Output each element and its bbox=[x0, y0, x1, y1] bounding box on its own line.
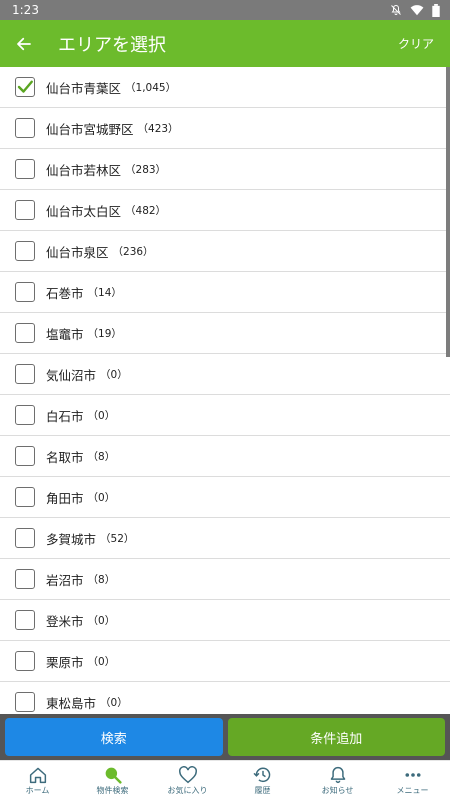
area-count: （423） bbox=[137, 122, 179, 135]
area-name: 仙台市泉区 bbox=[46, 244, 109, 260]
area-name: 石巻市 bbox=[46, 285, 84, 301]
nav-item-search[interactable]: 物件検索 bbox=[75, 761, 150, 800]
area-name: 登米市 bbox=[46, 613, 84, 629]
area-checkbox[interactable] bbox=[15, 77, 35, 97]
area-count: （19） bbox=[87, 327, 122, 340]
area-checkbox[interactable] bbox=[15, 610, 35, 630]
area-row[interactable]: 登米市 （0） bbox=[0, 600, 450, 641]
area-count: （52） bbox=[100, 532, 135, 545]
area-count: （14） bbox=[87, 286, 122, 299]
area-row[interactable]: 多賀城市 （52） bbox=[0, 518, 450, 559]
area-checkbox[interactable] bbox=[15, 692, 35, 712]
area-name: 仙台市若林区 bbox=[46, 162, 122, 178]
add-condition-button[interactable]: 条件追加 bbox=[227, 718, 445, 756]
area-row[interactable]: 栗原市 （0） bbox=[0, 641, 450, 682]
battery-icon bbox=[432, 3, 440, 17]
home-icon bbox=[29, 767, 46, 783]
area-list[interactable]: 仙台市青葉区 （1,045） 仙台市宮城野区 （423） 仙台市若林区 （283） 仙台市太… bbox=[0, 67, 450, 714]
area-row[interactable]: 白石市 （0） bbox=[0, 395, 450, 436]
area-row[interactable]: 仙台市泉区 （236） bbox=[0, 231, 450, 272]
nav-label-menu: メニュー bbox=[396, 785, 429, 795]
status-icons bbox=[390, 3, 440, 17]
area-count: （0） bbox=[100, 368, 128, 381]
area-checkbox[interactable] bbox=[15, 241, 35, 261]
nav-label-search: 物件検索 bbox=[96, 785, 129, 795]
area-row[interactable]: 石巻市 （14） bbox=[0, 272, 450, 313]
wifi-icon bbox=[410, 5, 424, 16]
heart-icon bbox=[178, 765, 197, 783]
area-name: 仙台市青葉区 bbox=[46, 80, 122, 96]
area-count: （1,045） bbox=[125, 81, 177, 94]
area-name: 気仙沼市 bbox=[46, 367, 97, 383]
area-name: 白石市 bbox=[46, 408, 84, 424]
area-name: 仙台市宮城野区 bbox=[46, 121, 134, 137]
search-icon bbox=[105, 767, 122, 784]
area-count: （482） bbox=[125, 204, 167, 217]
nav-item-favorites[interactable]: お気に入り bbox=[150, 761, 225, 800]
nav-item-menu[interactable]: メニュー bbox=[375, 761, 450, 800]
area-row[interactable]: 塩竈市 （19） bbox=[0, 313, 450, 354]
area-checkbox[interactable] bbox=[15, 364, 35, 384]
area-name: 多賀城市 bbox=[46, 531, 97, 547]
area-name: 角田市 bbox=[46, 490, 84, 506]
area-count: （283） bbox=[125, 163, 167, 176]
bell-off-icon bbox=[391, 4, 401, 15]
area-count: （0） bbox=[87, 655, 116, 668]
area-row[interactable]: 名取市 （8） bbox=[0, 436, 450, 477]
area-row[interactable]: 仙台市若林区 （283） bbox=[0, 149, 450, 190]
nav-label-home: ホーム bbox=[25, 785, 50, 795]
area-row[interactable]: 仙台市青葉区 （1,045） bbox=[0, 67, 450, 108]
nav-item-news[interactable]: お知らせ bbox=[300, 761, 375, 800]
bell-icon bbox=[330, 766, 345, 783]
more-icon bbox=[404, 772, 421, 777]
bottom-actions: 検索 条件追加 bbox=[0, 714, 450, 760]
area-name: 塩竈市 bbox=[46, 326, 84, 342]
area-checkbox[interactable] bbox=[15, 405, 35, 425]
area-name: 岩沼市 bbox=[46, 572, 84, 588]
area-row[interactable]: 仙台市宮城野区 （423） bbox=[0, 108, 450, 149]
history-icon bbox=[252, 767, 270, 782]
area-checkbox[interactable] bbox=[15, 118, 35, 138]
area-row[interactable]: 東松島市 （0） bbox=[0, 682, 450, 714]
app-bar: エリアを選択 クリア bbox=[0, 20, 450, 67]
area-checkbox[interactable] bbox=[15, 528, 35, 548]
nav-label-favorites: お気に入り bbox=[167, 785, 208, 795]
area-row[interactable]: 角田市 （0） bbox=[0, 477, 450, 518]
area-checkbox[interactable] bbox=[15, 323, 35, 343]
area-checkbox[interactable] bbox=[15, 446, 35, 466]
area-checkbox[interactable] bbox=[15, 569, 35, 589]
area-name: 名取市 bbox=[46, 449, 84, 465]
area-row[interactable]: 気仙沼市 （0） bbox=[0, 354, 450, 395]
area-count: （8） bbox=[87, 573, 116, 586]
area-checkbox[interactable] bbox=[15, 282, 35, 302]
area-name: 栗原市 bbox=[46, 654, 84, 670]
area-checkbox[interactable] bbox=[15, 487, 35, 507]
nav-item-home[interactable]: ホーム bbox=[0, 761, 75, 800]
status-time: 1:23 bbox=[12, 3, 39, 17]
bottom-nav: ホーム 物件検索 お気に入り 履歴 お知らせ メニュー bbox=[0, 760, 450, 800]
area-row[interactable]: 仙台市太白区 （482） bbox=[0, 190, 450, 231]
arrow-left-icon bbox=[17, 37, 31, 50]
area-count: （236） bbox=[112, 245, 154, 258]
nav-item-history[interactable]: 履歴 bbox=[225, 761, 300, 800]
area-count: （0） bbox=[87, 614, 116, 627]
nav-label-news: お知らせ bbox=[321, 785, 354, 795]
area-count: （8） bbox=[87, 450, 116, 463]
area-checkbox[interactable] bbox=[15, 200, 35, 220]
area-count: （0） bbox=[87, 409, 116, 422]
area-count: （0） bbox=[87, 491, 116, 504]
check-icon bbox=[17, 80, 33, 93]
area-count: （0） bbox=[100, 696, 128, 709]
status-bar: 1:23 bbox=[0, 0, 450, 20]
area-name: 仙台市太白区 bbox=[46, 203, 122, 219]
back-button[interactable] bbox=[0, 20, 48, 67]
page-title: エリアを選択 bbox=[58, 34, 166, 56]
clear-button[interactable]: クリア bbox=[382, 35, 450, 52]
nav-label-history: 履歴 bbox=[254, 785, 271, 795]
area-checkbox[interactable] bbox=[15, 651, 35, 671]
search-button[interactable]: 検索 bbox=[5, 718, 223, 756]
area-checkbox[interactable] bbox=[15, 159, 35, 179]
area-row[interactable]: 岩沼市 （8） bbox=[0, 559, 450, 600]
area-name: 東松島市 bbox=[46, 695, 97, 711]
